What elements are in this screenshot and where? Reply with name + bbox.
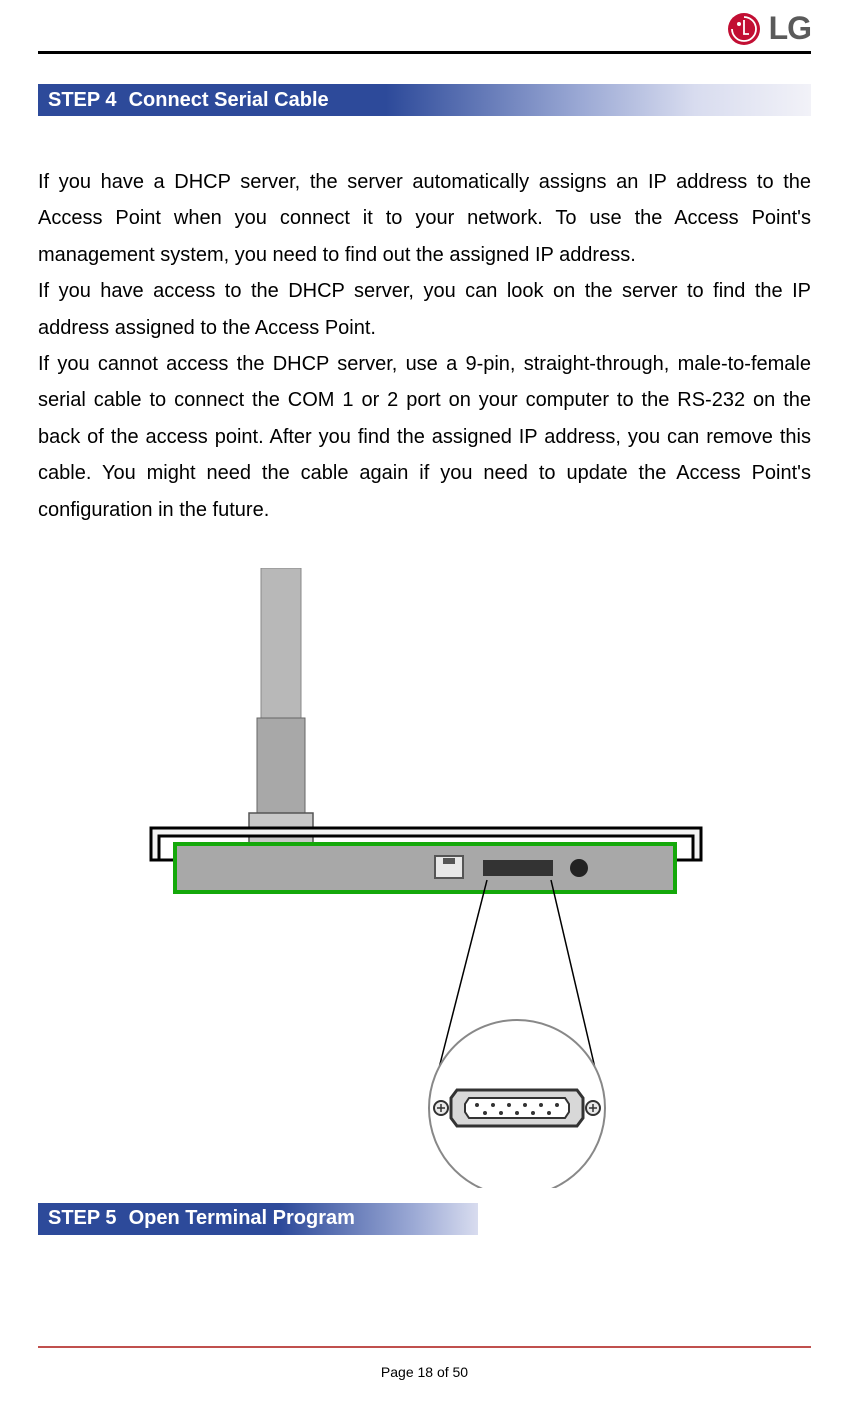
lg-logo: LG (727, 10, 811, 47)
lg-logo-icon (727, 12, 761, 46)
step5-title: Open Terminal Program (129, 1207, 355, 1230)
paragraph-2: If you have access to the DHCP server, y… (38, 273, 811, 346)
footer-divider (38, 1346, 811, 1348)
step4-prefix: STEP 4 (48, 89, 117, 112)
step5-banner: STEP 5 Open Terminal Program (38, 1203, 478, 1235)
step4-banner: STEP 4 Connect Serial Cable (38, 84, 811, 116)
page-header: LG (38, 0, 811, 51)
serial-cable-diagram (145, 568, 705, 1193)
lg-logo-text: LG (769, 10, 811, 47)
header-divider (38, 51, 811, 54)
paragraph-3: If you cannot access the DHCP server, us… (38, 346, 811, 528)
paragraph-1: If you have a DHCP server, the server au… (38, 164, 811, 273)
step5-prefix: STEP 5 (48, 1207, 117, 1230)
page-number: Page 18 of 50 (0, 1364, 849, 1380)
step4-title: Connect Serial Cable (129, 89, 329, 112)
